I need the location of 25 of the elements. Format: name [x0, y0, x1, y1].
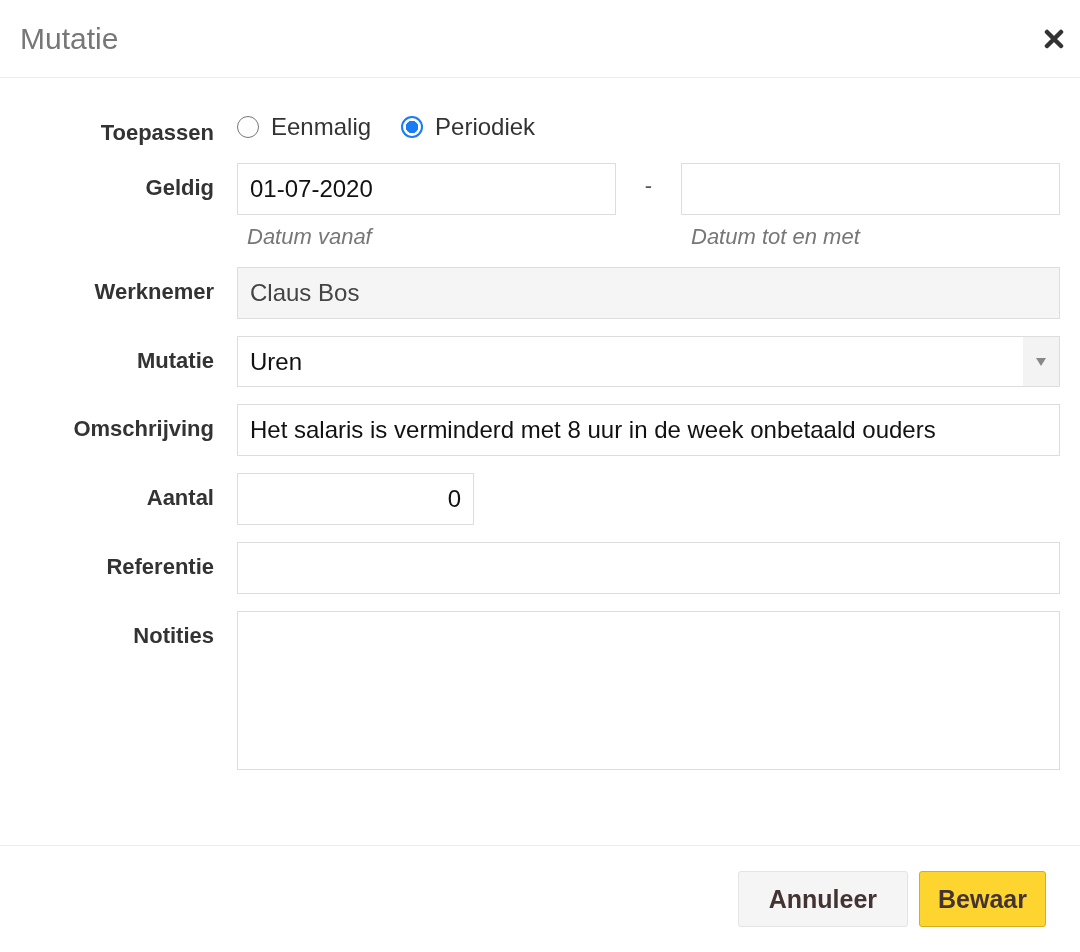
select-dropdown[interactable]: Uren — [237, 336, 1060, 387]
field-label: Omschrijving — [72, 415, 214, 442]
field-hint: Datum tot en met — [690, 223, 862, 250]
field-label: Werknemer — [93, 278, 214, 305]
radio-option[interactable]: Eenmalig — [237, 113, 372, 141]
date-to-field[interactable] — [681, 163, 1060, 215]
number-field[interactable]: 0 — [237, 473, 474, 525]
field-label: Toepassen — [99, 119, 214, 146]
date-from-field[interactable]: 01-07-2020 — [237, 163, 616, 215]
field-label: Aantal — [145, 484, 214, 511]
dialog-title: Mutatie — [20, 21, 119, 56]
field-label: Referentie — [105, 553, 214, 580]
close-icon — [1044, 28, 1064, 49]
cancel-button[interactable]: Annuleer — [737, 871, 909, 927]
range-separator: - — [643, 172, 654, 199]
radio-button-icon[interactable] — [401, 116, 424, 138]
field-hint: Datum vanaf — [246, 223, 375, 250]
field-label: Notities — [132, 622, 214, 649]
text-field[interactable] — [237, 542, 1060, 594]
save-button[interactable]: Bewaar — [919, 871, 1046, 927]
radio-option[interactable]: Periodiek — [401, 113, 536, 141]
field-label: Mutatie — [136, 347, 214, 374]
text-field[interactable]: Het salaris is verminderd met 8 uur in de week onbetaald ouders — [237, 404, 1060, 456]
caret-icon — [1035, 356, 1047, 367]
field-label: Geldig — [144, 174, 214, 201]
